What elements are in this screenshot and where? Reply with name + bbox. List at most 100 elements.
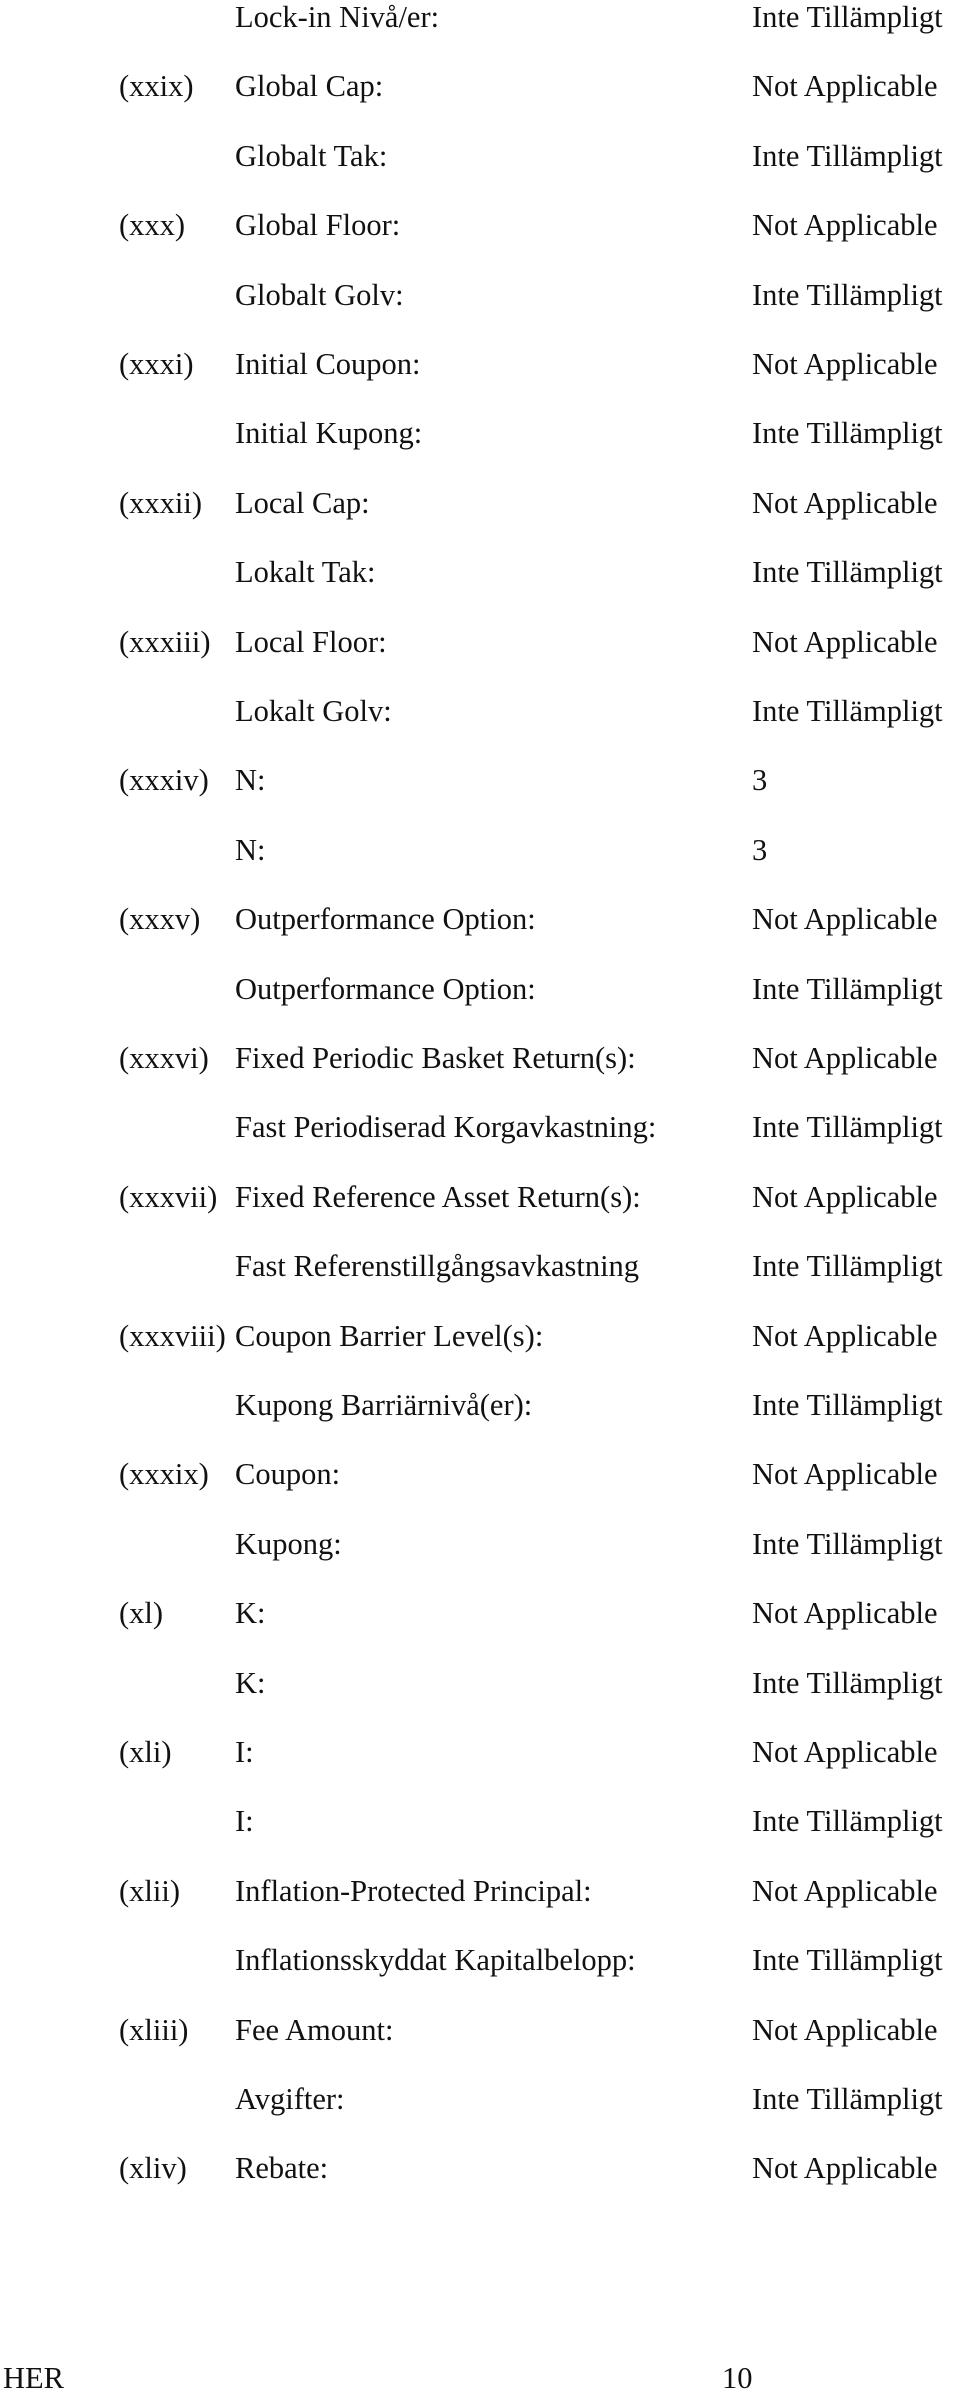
item-number: (xxxii) <box>119 485 203 520</box>
term-label: Local Floor: <box>235 624 387 659</box>
item-number: (xxxv) <box>119 902 201 937</box>
term-row: N: 3 <box>0 832 960 868</box>
term-label: N: <box>235 763 266 798</box>
term-value: Not Applicable <box>752 2012 938 2047</box>
term-label: Outperformance Option: <box>235 902 536 937</box>
term-label: K: <box>235 1596 266 1631</box>
item-number: (xxxvi) <box>119 1041 209 1075</box>
term-label: Globalt Golv: <box>235 277 404 312</box>
term-label: Fee Amount: <box>235 2012 394 2047</box>
term-row: (xl) K: Not Applicable <box>0 1595 960 1631</box>
term-label: Avgifter: <box>235 2082 345 2116</box>
term-value: Inte Tillämpligt <box>752 1943 943 1978</box>
term-value: Inte Tillämpligt <box>752 1665 943 1700</box>
term-value: Not Applicable <box>752 624 938 659</box>
term-row: (xxxii) Local Cap: Not Applicable <box>0 485 960 521</box>
term-row: (xxx) Global Floor: Not Applicable <box>0 207 960 243</box>
term-value: Inte Tillämpligt <box>752 0 943 34</box>
item-number: (xxxviii) <box>119 1318 226 1353</box>
term-value: Not Applicable <box>752 2151 938 2186</box>
term-value: Inte Tillämpligt <box>752 1804 943 1839</box>
term-value: Not Applicable <box>752 1596 938 1631</box>
term-label: Inflation-Protected Principal: <box>235 1873 592 1908</box>
term-row: Globalt Golv: Inte Tillämpligt <box>0 277 960 313</box>
term-row: (xxxiv) N: 3 <box>0 762 960 798</box>
term-row: (xxxix) Coupon: Not Applicable <box>0 1456 960 1492</box>
term-row: (xxxvii) Fixed Reference Asset Return(s):… <box>0 1179 960 1215</box>
item-number: (xxxi) <box>119 347 194 381</box>
term-row: Outperformance Option: Inte Tillämpligt <box>0 971 960 1007</box>
term-label: Global Floor: <box>235 208 401 243</box>
term-row: (xxxviii) Coupon Barrier Level(s): Not App… <box>0 1318 960 1354</box>
term-value: Not Applicable <box>752 902 938 937</box>
term-value: Inte Tillämpligt <box>752 694 943 728</box>
term-label: Fixed Periodic Basket Return(s): <box>235 1041 636 1075</box>
item-number: (xxxiii) <box>119 624 211 659</box>
term-label: N: <box>235 832 266 867</box>
term-row: (xxxiii) Local Floor: Not Applicable <box>0 624 960 660</box>
term-label: Kupong: <box>235 1526 342 1561</box>
term-label: I: <box>235 1804 254 1839</box>
term-value: 3 <box>752 763 768 798</box>
item-number: (xxix) <box>119 69 194 104</box>
item-number: (xxxiv) <box>119 763 209 798</box>
term-value: Inte Tillämpligt <box>752 2082 943 2116</box>
term-label: Globalt Tak: <box>235 138 388 173</box>
term-row: (xxxv) Outperformance Option: Not Applicab… <box>0 901 960 937</box>
term-label: Kupong Barriärnivå(er): <box>235 1388 533 1422</box>
term-label: K: <box>235 1665 266 1700</box>
item-number: (xliv) <box>119 2151 187 2186</box>
term-value: Inte Tillämpligt <box>752 1249 943 1284</box>
term-label: I: <box>235 1735 254 1769</box>
term-label: Local Cap: <box>235 485 370 520</box>
term-value: Not Applicable <box>752 347 938 381</box>
term-row: Inflationsskyddat Kapitalbelopp: Inte Til… <box>0 1942 960 1978</box>
term-row: Kupong Barriärnivå(er): Inte Tillämpligt <box>0 1387 960 1423</box>
term-value: Inte Tillämpligt <box>752 1526 943 1561</box>
term-value: Not Applicable <box>752 1318 938 1353</box>
term-row: Lock-in Nivå/er: Inte Tillämpligt <box>0 0 960 35</box>
term-value: Inte Tillämpligt <box>752 971 943 1006</box>
item-number: (xlii) <box>119 1873 180 1908</box>
term-row: (xxxi) Initial Coupon: Not Applicable <box>0 346 960 382</box>
term-row: (xlii) Inflation-Protected Principal: Not … <box>0 1873 960 1909</box>
term-label: Rebate: <box>235 2151 329 2186</box>
term-label: Global Cap: <box>235 69 384 104</box>
term-value: Not Applicable <box>752 69 938 104</box>
term-row: Avgifter: Inte Tillämpligt <box>0 2081 960 2117</box>
term-row: Lokalt Tak: Inte Tillämpligt <box>0 554 960 590</box>
term-value: Inte Tillämpligt <box>752 1110 943 1145</box>
term-label: Lokalt Golv: <box>235 694 392 728</box>
item-number: (xl) <box>119 1596 164 1631</box>
item-number: (xliii) <box>119 2012 189 2047</box>
term-label: Fast Referenstillgångsavkastning <box>235 1249 640 1284</box>
term-row: (xxxvi) Fixed Periodic Basket Return(s): N… <box>0 1040 960 1076</box>
term-row: (xli) I: Not Applicable <box>0 1734 960 1770</box>
term-value: Not Applicable <box>752 1873 938 1908</box>
term-value: Not Applicable <box>752 208 938 243</box>
term-value: Not Applicable <box>752 1457 938 1492</box>
terms-list: Lock-in Nivå/er: Inte Tillämpligt (xxix) Gl… <box>0 0 960 2391</box>
term-row: (xliv) Rebate: Not Applicable <box>0 2150 960 2186</box>
term-row: Fast Periodiserad Korgavkastning: Inte Ti… <box>0 1109 960 1145</box>
term-label: Inflationsskyddat Kapitalbelopp: <box>235 1943 636 1978</box>
term-value: Inte Tillämpligt <box>752 1388 943 1422</box>
item-number: (xxx) <box>119 208 186 243</box>
term-row: Lokalt Golv: Inte Tillämpligt <box>0 693 960 729</box>
term-label: Initial Kupong: <box>235 416 423 451</box>
term-label: Outperformance Option: <box>235 971 536 1006</box>
term-label: Coupon: <box>235 1457 341 1492</box>
term-label: Initial Coupon: <box>235 347 421 381</box>
term-row: Kupong: Inte Tillämpligt <box>0 1526 960 1562</box>
item-number: (xxxix) <box>119 1457 209 1492</box>
term-value: Not Applicable <box>752 485 938 520</box>
term-label: Lokalt Tak: <box>235 555 376 590</box>
term-row: I: Inte Tillämpligt <box>0 1803 960 1839</box>
term-row: Fast Referenstillgångsavkastning Inte Til… <box>0 1248 960 1284</box>
term-label: Fixed Reference Asset Return(s): <box>235 1179 641 1214</box>
term-row: (xxix) Global Cap: Not Applicable <box>0 68 960 104</box>
term-row: Initial Kupong: Inte Tillämpligt <box>0 415 960 451</box>
item-number: (xxxvii) <box>119 1179 218 1214</box>
term-label: Coupon Barrier Level(s): <box>235 1318 544 1353</box>
term-value: Not Applicable <box>752 1041 938 1075</box>
